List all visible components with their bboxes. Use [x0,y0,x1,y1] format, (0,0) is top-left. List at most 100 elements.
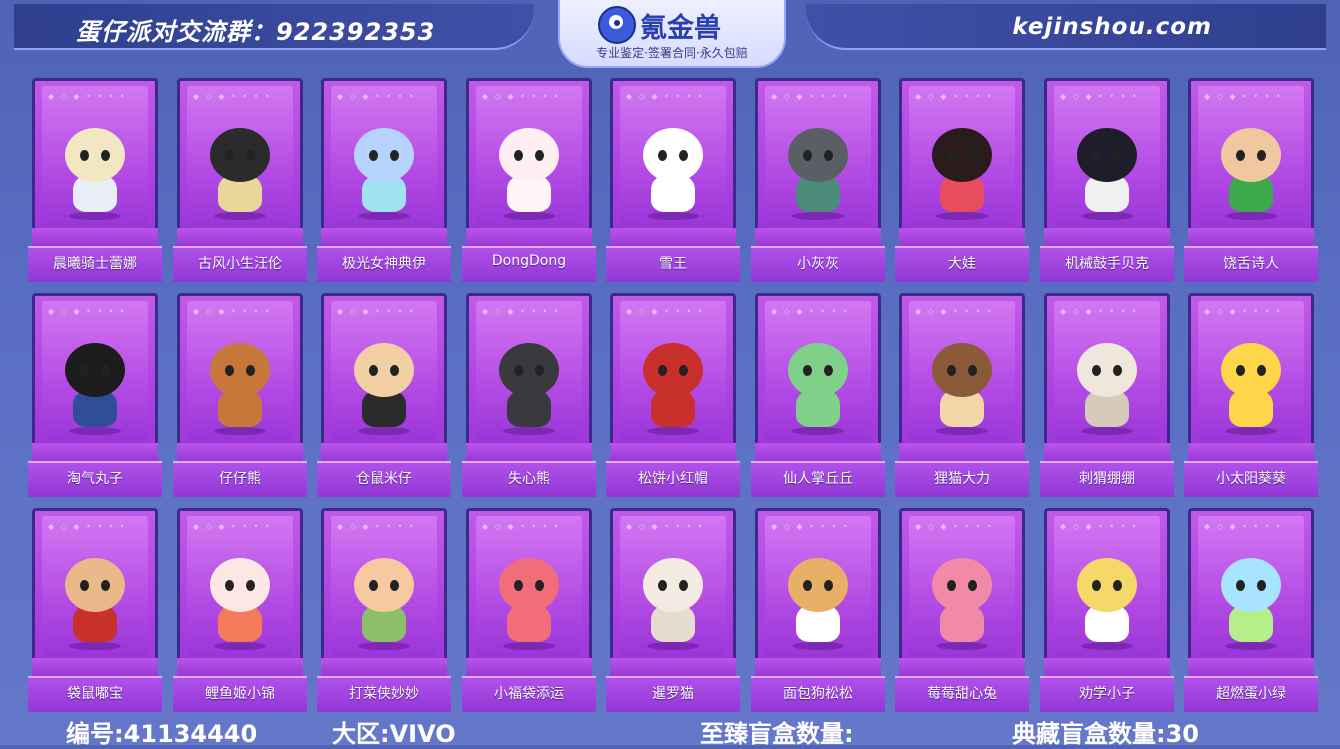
figure-eye [968,150,977,161]
figure-eye [947,580,956,591]
figure-eye [803,580,812,591]
skin-card[interactable]: ◆ ◇ ◆ • • • • 小福袋添运 [462,508,596,712]
skin-card[interactable]: ◆ ◇ ◆ • • • • 仔仔熊 [173,293,307,497]
card-decoration: ◆ ◇ ◆ • • • • [915,307,994,316]
card-decoration: ◆ ◇ ◆ • • • • [915,522,994,531]
figure-head [788,343,848,397]
card-stage [1044,443,1170,461]
figure-eye [225,365,234,376]
skin-card[interactable]: ◆ ◇ ◆ • • • • 极光女神典伊 [317,78,451,282]
figure-head [643,343,703,397]
skin-card[interactable]: ◆ ◇ ◆ • • • • 面包狗松松 [751,508,885,712]
skin-card[interactable]: ◆ ◇ ◆ • • • • 雪王 [606,78,740,282]
card-decoration: ◆ ◇ ◆ • • • • [626,92,705,101]
rabbit-figure-icon [922,554,1002,650]
figure-eye [246,580,255,591]
skin-name: 仔仔熊 [219,471,261,487]
raccoon-figure-icon [922,339,1002,435]
skin-card[interactable]: ◆ ◇ ◆ • • • • 失心熊 [462,293,596,497]
skin-card[interactable]: ◆ ◇ ◆ • • • • 大娃 [895,78,1029,282]
skin-card[interactable]: ◆ ◇ ◆ • • • • 饶舌诗人 [1184,78,1318,282]
figure-head [65,128,125,182]
green-egg-figure-icon [1211,554,1291,650]
skin-name: 刺猬绷绷 [1079,471,1135,487]
snow-king-figure-icon [633,124,713,220]
skin-card[interactable]: ◆ ◇ ◆ • • • • 刺猬绷绷 [1040,293,1174,497]
koi-princess-figure-icon [200,554,280,650]
red-hood-figure-icon [633,339,713,435]
figure-eye [658,150,667,161]
figure-eye [1236,580,1245,591]
skin-card[interactable]: ◆ ◇ ◆ • • • • 鲤鱼姬小锦 [173,508,307,712]
skin-card[interactable]: ◆ ◇ ◆ • • • • 古风小生汪伦 [173,78,307,282]
figure-eye [80,365,89,376]
figure-eye [824,150,833,161]
figure-eye [1092,580,1101,591]
figure-eye [514,150,523,161]
skin-name: 袋鼠嘟宝 [67,686,123,702]
card-stage [755,658,881,676]
card-decoration: ◆ ◇ ◆ • • • • [1060,522,1139,531]
cactus-figure-icon [778,339,858,435]
figure-eye [1236,365,1245,376]
skin-card[interactable]: ◆ ◇ ◆ • • • • 小太阳葵葵 [1184,293,1318,497]
skin-card[interactable]: ◆ ◇ ◆ • • • • 仓鼠米仔 [317,293,451,497]
skin-card[interactable]: ◆ ◇ ◆ • • • • 晨曦骑士蕾娜 [28,78,162,282]
figure-shadow [647,427,699,435]
skin-card[interactable]: ◆ ◇ ◆ • • • • 松饼小红帽 [606,293,740,497]
skin-card[interactable]: ◆ ◇ ◆ • • • • 袋鼠嘟宝 [28,508,162,712]
figure-head [499,558,559,612]
figure-head [932,558,992,612]
card-stage [1188,658,1314,676]
logo-name: 氪金兽 [640,13,721,44]
figure-shadow [358,427,410,435]
card-stage [1044,228,1170,246]
skin-card[interactable]: ◆ ◇ ◆ • • • • 狸猫大力 [895,293,1029,497]
wolf-figure-icon [778,124,858,220]
figure-shadow [792,212,844,220]
card-stage [177,658,303,676]
figure-head [643,558,703,612]
skin-card[interactable]: ◆ ◇ ◆ • • • • 淘气丸子 [28,293,162,497]
figure-eye [824,580,833,591]
card-decoration: ◆ ◇ ◆ • • • • [482,307,561,316]
skin-card[interactable]: ◆ ◇ ◆ • • • • 机械鼓手贝克 [1040,78,1174,282]
figure-shadow [503,212,555,220]
figure-eye [1236,150,1245,161]
figure-head [788,558,848,612]
skin-name: 小太阳葵葵 [1216,471,1286,487]
card-stage [466,658,592,676]
card-decoration: ◆ ◇ ◆ • • • • [337,307,416,316]
card-stage [1188,228,1314,246]
figure-eye [390,580,399,591]
scholar-figure-icon [200,124,280,220]
figure-eye [947,150,956,161]
figure-head [499,343,559,397]
figure-eye [968,580,977,591]
skin-card[interactable]: ◆ ◇ ◆ • • • • 仙人掌丘丘 [751,293,885,497]
figure-shadow [358,212,410,220]
skin-card[interactable]: ◆ ◇ ◆ • • • • 小灰灰 [751,78,885,282]
skin-card[interactable]: ◆ ◇ ◆ • • • • 莓莓甜心兔 [895,508,1029,712]
skin-card[interactable]: ◆ ◇ ◆ • • • • 暹罗猫 [606,508,740,712]
skin-card[interactable]: ◆ ◇ ◆ • • • • 超燃蛋小绿 [1184,508,1318,712]
figure-eye [225,150,234,161]
figure-shadow [936,212,988,220]
card-decoration: ◆ ◇ ◆ • • • • [771,92,850,101]
figure-head [354,343,414,397]
figure-shadow [1225,642,1277,650]
figure-shadow [936,642,988,650]
skin-card[interactable]: ◆ ◇ ◆ • • • • DongDong [462,78,596,282]
site-url-text: kejinshou.com [1012,14,1212,40]
figure-eye [1257,150,1266,161]
siamese-cat-figure-icon [633,554,713,650]
skin-name: 小福袋添运 [494,686,564,702]
skin-card[interactable]: ◆ ◇ ◆ • • • • 劝学小子 [1040,508,1174,712]
card-decoration: ◆ ◇ ◆ • • • • [915,92,994,101]
skin-name: 打菜侠妙妙 [349,686,419,702]
sunflower-figure-icon [1211,339,1291,435]
skin-name: 小灰灰 [797,256,839,272]
figure-head [1077,128,1137,182]
skin-card[interactable]: ◆ ◇ ◆ • • • • 打菜侠妙妙 [317,508,451,712]
figure-shadow [647,642,699,650]
